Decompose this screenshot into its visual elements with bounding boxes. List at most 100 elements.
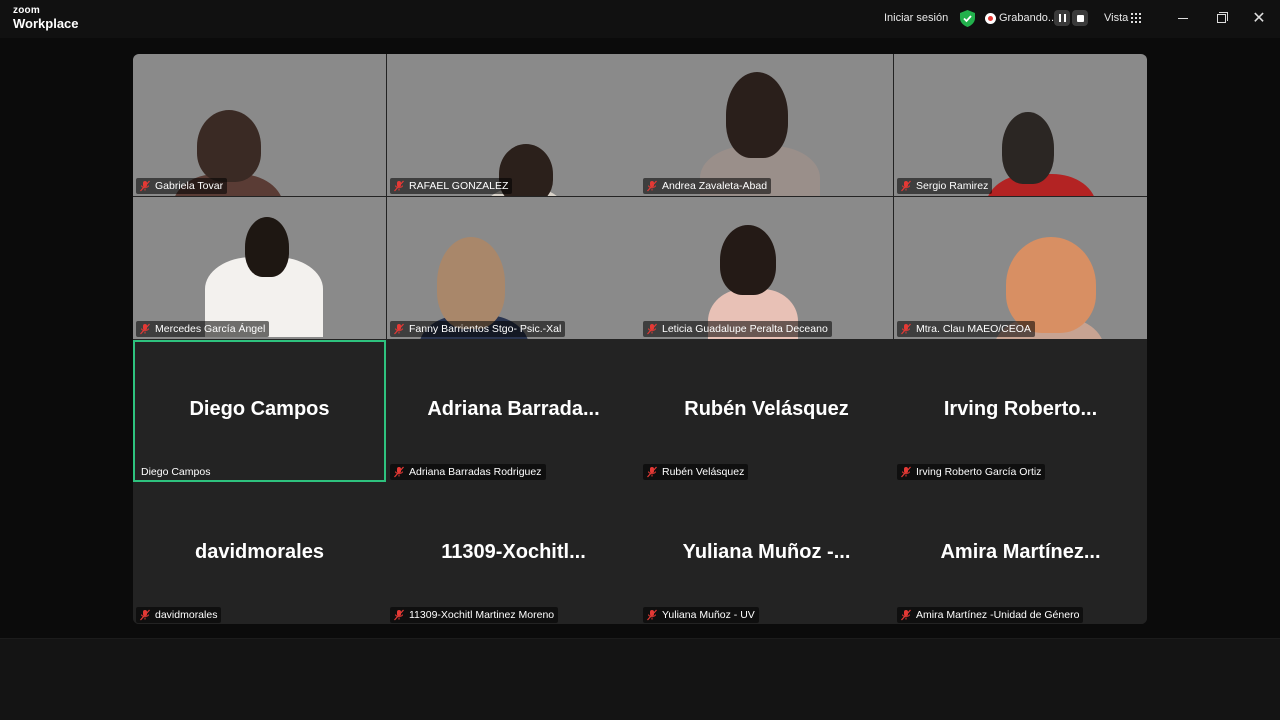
- muted-mic-icon: [394, 180, 404, 192]
- participant-name: davidmorales: [155, 609, 218, 621]
- video-feed-person: [437, 237, 505, 329]
- participant-name: 11309-Xochitl Martinez Moreno: [409, 609, 555, 621]
- participant-name-tag: Rubén Velásquez: [643, 464, 749, 480]
- participant-display-name: Rubén Velásquez: [684, 398, 849, 420]
- muted-mic-icon: [647, 180, 657, 192]
- video-feed-person: [726, 72, 788, 158]
- participant-name-tag: Mtra. Clau MAEO/CEOA: [897, 321, 1035, 337]
- participant-name-tag: Fanny Barrientos Stgo- Psic.-Xal: [390, 321, 566, 337]
- participant-tile[interactable]: Amira Martínez... Amira Martínez -Unidad …: [894, 483, 1147, 624]
- participant-name-tag: Mercedes García Ángel: [136, 321, 270, 337]
- participant-name: Yuliana Muñoz - UV: [662, 609, 755, 621]
- participant-display-name: Adriana Barrada...: [427, 398, 600, 420]
- video-feed-person: [1002, 112, 1054, 184]
- participant-tile[interactable]: Andrea Zavaleta-Abad: [640, 54, 893, 196]
- participant-display-name: davidmorales: [195, 541, 324, 563]
- muted-mic-icon: [901, 180, 911, 192]
- muted-mic-icon: [901, 609, 911, 621]
- participant-display-name: Yuliana Muñoz -...: [682, 541, 851, 563]
- video-feed-person: [1006, 237, 1096, 333]
- pause-recording-button[interactable]: [1054, 10, 1070, 26]
- muted-mic-icon: [647, 466, 657, 478]
- muted-mic-icon: [647, 323, 657, 335]
- participant-name-tag: Andrea Zavaleta-Abad: [643, 178, 772, 194]
- participant-name-tag: davidmorales: [136, 607, 222, 623]
- participant-name-tag: Yuliana Muñoz - UV: [643, 607, 759, 623]
- muted-mic-icon: [901, 323, 911, 335]
- participant-tile[interactable]: Irving Roberto... Irving Roberto García O…: [894, 340, 1147, 482]
- participant-tile[interactable]: Mercedes García Ángel: [133, 197, 386, 339]
- participant-tile[interactable]: davidmorales davidmorales: [133, 483, 386, 624]
- zoom-meeting-window: zoom Workplace Iniciar sesión Grabando..…: [0, 0, 1280, 720]
- zoom-workplace-logo: zoom Workplace: [13, 5, 79, 31]
- participant-name: Leticia Guadalupe Peralta Deceano: [662, 323, 828, 335]
- participant-tile[interactable]: 11309-Xochitl... 11309-Xochitl Martinez M…: [387, 483, 640, 624]
- recording-status: Grabando...: [999, 12, 1058, 24]
- participant-tile[interactable]: Diego Campos Diego Campos: [133, 340, 386, 482]
- muted-mic-icon: [394, 323, 404, 335]
- stop-recording-button[interactable]: [1072, 10, 1088, 26]
- participant-tile[interactable]: Adriana Barrada... Adriana Barradas Rodri…: [387, 340, 640, 482]
- video-feed-person: [720, 225, 776, 295]
- recording-indicator-icon: [985, 13, 996, 24]
- participant-name: Adriana Barradas Rodriguez: [409, 466, 542, 478]
- participant-name: Mercedes García Ángel: [155, 323, 266, 335]
- muted-mic-icon: [140, 609, 150, 621]
- participant-name-tag: Leticia Guadalupe Peralta Deceano: [643, 321, 832, 337]
- muted-mic-icon: [140, 180, 150, 192]
- logo-text-top: zoom: [13, 5, 40, 16]
- participant-name-tag: Sergio Ramirez: [897, 178, 993, 194]
- sign-in-link[interactable]: Iniciar sesión: [884, 12, 948, 24]
- participant-name-tag: Diego Campos: [136, 464, 214, 480]
- muted-mic-icon: [394, 609, 404, 621]
- participant-name-tag: RAFAEL GONZALEZ: [390, 178, 513, 194]
- participant-tile[interactable]: Mtra. Clau MAEO/CEOA: [894, 197, 1147, 339]
- restore-button[interactable]: [1210, 8, 1232, 28]
- close-icon: ✕: [1252, 10, 1266, 27]
- participant-name: Rubén Velásquez: [662, 466, 745, 478]
- participant-name: Amira Martínez -Unidad de Género: [916, 609, 1080, 621]
- participant-name: Diego Campos: [141, 466, 211, 478]
- bottom-area: [0, 638, 1280, 720]
- close-button[interactable]: ✕: [1248, 8, 1270, 28]
- restore-icon: [1216, 11, 1228, 23]
- gallery-view: Gabriela Tovar RAFAEL GONZALEZ Andrea Zava…: [133, 54, 1147, 624]
- logo-text-bottom: Workplace: [13, 16, 79, 31]
- participant-tile[interactable]: Fanny Barrientos Stgo- Psic.-Xal: [387, 197, 640, 339]
- minimize-button[interactable]: [1172, 8, 1194, 28]
- participant-tile[interactable]: Gabriela Tovar: [133, 54, 386, 196]
- participant-tile[interactable]: Yuliana Muñoz -... Yuliana Muñoz - UV: [640, 483, 893, 624]
- participant-name: Irving Roberto García Ortiz: [916, 466, 1042, 478]
- gallery-grid-icon[interactable]: [1131, 13, 1141, 23]
- participant-tile[interactable]: Rubén Velásquez Rubén Velásquez: [640, 340, 893, 482]
- shield-check-icon[interactable]: [960, 10, 975, 27]
- muted-mic-icon: [901, 466, 911, 478]
- participant-name-tag: Irving Roberto García Ortiz: [897, 464, 1046, 480]
- participant-name: Fanny Barrientos Stgo- Psic.-Xal: [409, 323, 562, 335]
- participant-name: Mtra. Clau MAEO/CEOA: [916, 323, 1031, 335]
- participant-display-name: Diego Campos: [189, 398, 330, 420]
- muted-mic-icon: [647, 609, 657, 621]
- participant-tile[interactable]: Leticia Guadalupe Peralta Deceano: [640, 197, 893, 339]
- participant-name-tag: Gabriela Tovar: [136, 178, 228, 194]
- participant-name-tag: Adriana Barradas Rodriguez: [390, 464, 546, 480]
- participant-display-name: Amira Martínez...: [940, 541, 1101, 563]
- participant-name-tag: 11309-Xochitl Martinez Moreno: [390, 607, 559, 623]
- muted-mic-icon: [394, 466, 404, 478]
- title-bar: zoom Workplace Iniciar sesión Grabando..…: [0, 0, 1280, 38]
- muted-mic-icon: [140, 323, 150, 335]
- stop-icon: [1076, 14, 1084, 22]
- participant-display-name: 11309-Xochitl...: [441, 541, 586, 563]
- participant-name-tag: Amira Martínez -Unidad de Género: [897, 607, 1084, 623]
- participant-name: Andrea Zavaleta-Abad: [662, 180, 768, 192]
- minimize-icon: [1178, 17, 1188, 19]
- video-feed-person: [197, 110, 261, 182]
- participant-name: RAFAEL GONZALEZ: [409, 180, 509, 192]
- participant-display-name: Irving Roberto...: [943, 398, 1098, 420]
- participant-tile[interactable]: Sergio Ramirez: [894, 54, 1147, 196]
- view-button[interactable]: Vista: [1104, 12, 1128, 24]
- video-feed-person: [245, 217, 289, 277]
- participant-tile[interactable]: RAFAEL GONZALEZ: [387, 54, 640, 196]
- participant-name: Gabriela Tovar: [155, 180, 224, 192]
- pause-icon: [1058, 14, 1066, 22]
